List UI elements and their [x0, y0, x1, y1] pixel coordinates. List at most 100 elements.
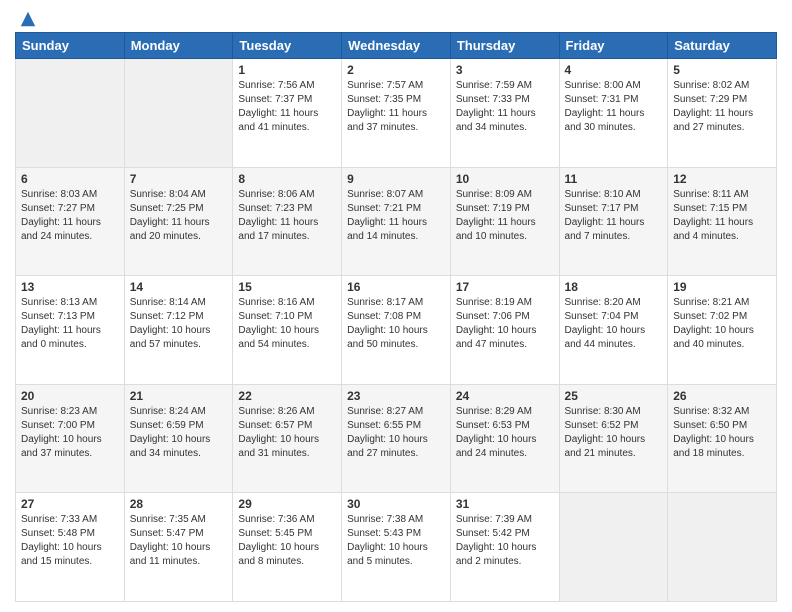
- day-number: 27: [21, 497, 119, 511]
- calendar-cell: 6 Sunrise: 8:03 AM Sunset: 7:27 PM Daylig…: [16, 167, 125, 276]
- calendar-cell: 28Sunrise: 7:35 AM Sunset: 5:47 PM Dayli…: [124, 493, 233, 602]
- day-info: Sunrise: 8:03 AM Sunset: 7:27 PM Dayligh…: [21, 188, 119, 244]
- day-number: 9: [347, 172, 445, 186]
- day-number: 20: [21, 389, 119, 403]
- day-number: 3: [456, 63, 554, 77]
- calendar-week-4: 27 Sunrise: 7:33 AM Sunset: 5:48 PM Dayli…: [16, 493, 777, 602]
- day-info: Sunrise: 7:56 AM Sunset: 7:37 PM Dayligh…: [238, 79, 336, 135]
- day-info: Sunrise: 8:32 AM Sunset: 6:50 PM Dayligh…: [673, 405, 771, 461]
- calendar-cell: 7 Sunrise: 8:04 AM Sunset: 7:25 PM Daylig…: [124, 167, 233, 276]
- calendar-cell: 19 Sunrise: 8:21 AM Sunset: 7:02 PM Dayli…: [668, 276, 777, 385]
- calendar-cell: 27 Sunrise: 7:33 AM Sunset: 5:48 PM Dayli…: [16, 493, 125, 602]
- day-number: 28: [130, 497, 228, 511]
- calendar-week-0: 1 Sunrise: 7:56 AM Sunset: 7:37 PM Daylig…: [16, 59, 777, 168]
- day-info: Sunrise: 8:20 AM Sunset: 7:04 PM Dayligh…: [565, 296, 663, 352]
- logo: [15, 10, 37, 24]
- day-info: Sunrise: 7:59 AM Sunset: 7:33 PM Dayligh…: [456, 79, 554, 135]
- day-number: 19: [673, 280, 771, 294]
- day-number: 15: [238, 280, 336, 294]
- day-info: Sunrise: 8:26 AM Sunset: 6:57 PM Dayligh…: [238, 405, 336, 461]
- col-header-tuesday: Tuesday: [233, 33, 342, 59]
- col-header-monday: Monday: [124, 33, 233, 59]
- day-info: Sunrise: 7:39 AM Sunset: 5:42 PM Dayligh…: [456, 513, 554, 569]
- day-number: 4: [565, 63, 663, 77]
- col-header-saturday: Saturday: [668, 33, 777, 59]
- day-info: Sunrise: 8:27 AM Sunset: 6:55 PM Dayligh…: [347, 405, 445, 461]
- day-number: 25: [565, 389, 663, 403]
- day-number: 6: [21, 172, 119, 186]
- calendar-cell: 17 Sunrise: 8:19 AM Sunset: 7:06 PM Dayli…: [450, 276, 559, 385]
- calendar-cell: 16 Sunrise: 8:17 AM Sunset: 7:08 PM Dayli…: [342, 276, 451, 385]
- calendar-header-row: SundayMondayTuesdayWednesdayThursdayFrid…: [16, 33, 777, 59]
- calendar-cell: 29Sunrise: 7:36 AM Sunset: 5:45 PM Dayli…: [233, 493, 342, 602]
- header: [15, 10, 777, 24]
- day-number: 13: [21, 280, 119, 294]
- day-number: 30: [347, 497, 445, 511]
- day-number: 5: [673, 63, 771, 77]
- calendar-cell: [16, 59, 125, 168]
- day-info: Sunrise: 8:30 AM Sunset: 6:52 PM Dayligh…: [565, 405, 663, 461]
- calendar-cell: 24Sunrise: 8:29 AM Sunset: 6:53 PM Dayli…: [450, 384, 559, 493]
- calendar-cell: [124, 59, 233, 168]
- col-header-thursday: Thursday: [450, 33, 559, 59]
- day-number: 26: [673, 389, 771, 403]
- day-info: Sunrise: 7:38 AM Sunset: 5:43 PM Dayligh…: [347, 513, 445, 569]
- day-info: Sunrise: 8:13 AM Sunset: 7:13 PM Dayligh…: [21, 296, 119, 352]
- col-header-sunday: Sunday: [16, 33, 125, 59]
- day-info: Sunrise: 8:00 AM Sunset: 7:31 PM Dayligh…: [565, 79, 663, 135]
- calendar-table: SundayMondayTuesdayWednesdayThursdayFrid…: [15, 32, 777, 602]
- calendar-cell: 10 Sunrise: 8:09 AM Sunset: 7:19 PM Dayli…: [450, 167, 559, 276]
- calendar-cell: 18 Sunrise: 8:20 AM Sunset: 7:04 PM Dayli…: [559, 276, 668, 385]
- day-info: Sunrise: 8:11 AM Sunset: 7:15 PM Dayligh…: [673, 188, 771, 244]
- day-number: 16: [347, 280, 445, 294]
- calendar-cell: 22 Sunrise: 8:26 AM Sunset: 6:57 PM Dayli…: [233, 384, 342, 493]
- day-number: 21: [130, 389, 228, 403]
- day-info: Sunrise: 8:09 AM Sunset: 7:19 PM Dayligh…: [456, 188, 554, 244]
- day-number: 11: [565, 172, 663, 186]
- calendar-cell: 20 Sunrise: 8:23 AM Sunset: 7:00 PM Dayli…: [16, 384, 125, 493]
- day-info: Sunrise: 8:10 AM Sunset: 7:17 PM Dayligh…: [565, 188, 663, 244]
- logo-icon: [19, 10, 37, 28]
- day-number: 14: [130, 280, 228, 294]
- day-info: Sunrise: 8:19 AM Sunset: 7:06 PM Dayligh…: [456, 296, 554, 352]
- calendar-cell: [668, 493, 777, 602]
- day-number: 17: [456, 280, 554, 294]
- day-info: Sunrise: 8:04 AM Sunset: 7:25 PM Dayligh…: [130, 188, 228, 244]
- day-number: 12: [673, 172, 771, 186]
- day-info: Sunrise: 8:16 AM Sunset: 7:10 PM Dayligh…: [238, 296, 336, 352]
- day-info: Sunrise: 8:14 AM Sunset: 7:12 PM Dayligh…: [130, 296, 228, 352]
- calendar-cell: 13 Sunrise: 8:13 AM Sunset: 7:13 PM Dayli…: [16, 276, 125, 385]
- calendar-week-3: 20 Sunrise: 8:23 AM Sunset: 7:00 PM Dayli…: [16, 384, 777, 493]
- day-number: 22: [238, 389, 336, 403]
- day-number: 2: [347, 63, 445, 77]
- day-number: 18: [565, 280, 663, 294]
- calendar-week-1: 6 Sunrise: 8:03 AM Sunset: 7:27 PM Daylig…: [16, 167, 777, 276]
- day-number: 31: [456, 497, 554, 511]
- calendar-cell: 31 Sunrise: 7:39 AM Sunset: 5:42 PM Dayli…: [450, 493, 559, 602]
- day-info: Sunrise: 7:33 AM Sunset: 5:48 PM Dayligh…: [21, 513, 119, 569]
- calendar-cell: 11 Sunrise: 8:10 AM Sunset: 7:17 PM Dayli…: [559, 167, 668, 276]
- day-number: 7: [130, 172, 228, 186]
- logo-text: [15, 10, 37, 28]
- day-info: Sunrise: 8:29 AM Sunset: 6:53 PM Dayligh…: [456, 405, 554, 461]
- calendar-cell: 26 Sunrise: 8:32 AM Sunset: 6:50 PM Dayli…: [668, 384, 777, 493]
- day-info: Sunrise: 8:21 AM Sunset: 7:02 PM Dayligh…: [673, 296, 771, 352]
- day-info: Sunrise: 8:17 AM Sunset: 7:08 PM Dayligh…: [347, 296, 445, 352]
- day-number: 29: [238, 497, 336, 511]
- day-info: Sunrise: 7:57 AM Sunset: 7:35 PM Dayligh…: [347, 79, 445, 135]
- day-number: 8: [238, 172, 336, 186]
- calendar-cell: 2 Sunrise: 7:57 AM Sunset: 7:35 PM Daylig…: [342, 59, 451, 168]
- calendar-week-2: 13 Sunrise: 8:13 AM Sunset: 7:13 PM Dayli…: [16, 276, 777, 385]
- day-number: 10: [456, 172, 554, 186]
- calendar-cell: 14 Sunrise: 8:14 AM Sunset: 7:12 PM Dayli…: [124, 276, 233, 385]
- day-info: Sunrise: 8:06 AM Sunset: 7:23 PM Dayligh…: [238, 188, 336, 244]
- calendar-cell: 25 Sunrise: 8:30 AM Sunset: 6:52 PM Dayli…: [559, 384, 668, 493]
- day-number: 1: [238, 63, 336, 77]
- day-info: Sunrise: 8:23 AM Sunset: 7:00 PM Dayligh…: [21, 405, 119, 461]
- calendar-cell: 9 Sunrise: 8:07 AM Sunset: 7:21 PM Daylig…: [342, 167, 451, 276]
- calendar-cell: 23Sunrise: 8:27 AM Sunset: 6:55 PM Dayli…: [342, 384, 451, 493]
- col-header-wednesday: Wednesday: [342, 33, 451, 59]
- calendar-cell: 21Sunrise: 8:24 AM Sunset: 6:59 PM Dayli…: [124, 384, 233, 493]
- calendar-cell: 5Sunrise: 8:02 AM Sunset: 7:29 PM Daylig…: [668, 59, 777, 168]
- day-info: Sunrise: 8:07 AM Sunset: 7:21 PM Dayligh…: [347, 188, 445, 244]
